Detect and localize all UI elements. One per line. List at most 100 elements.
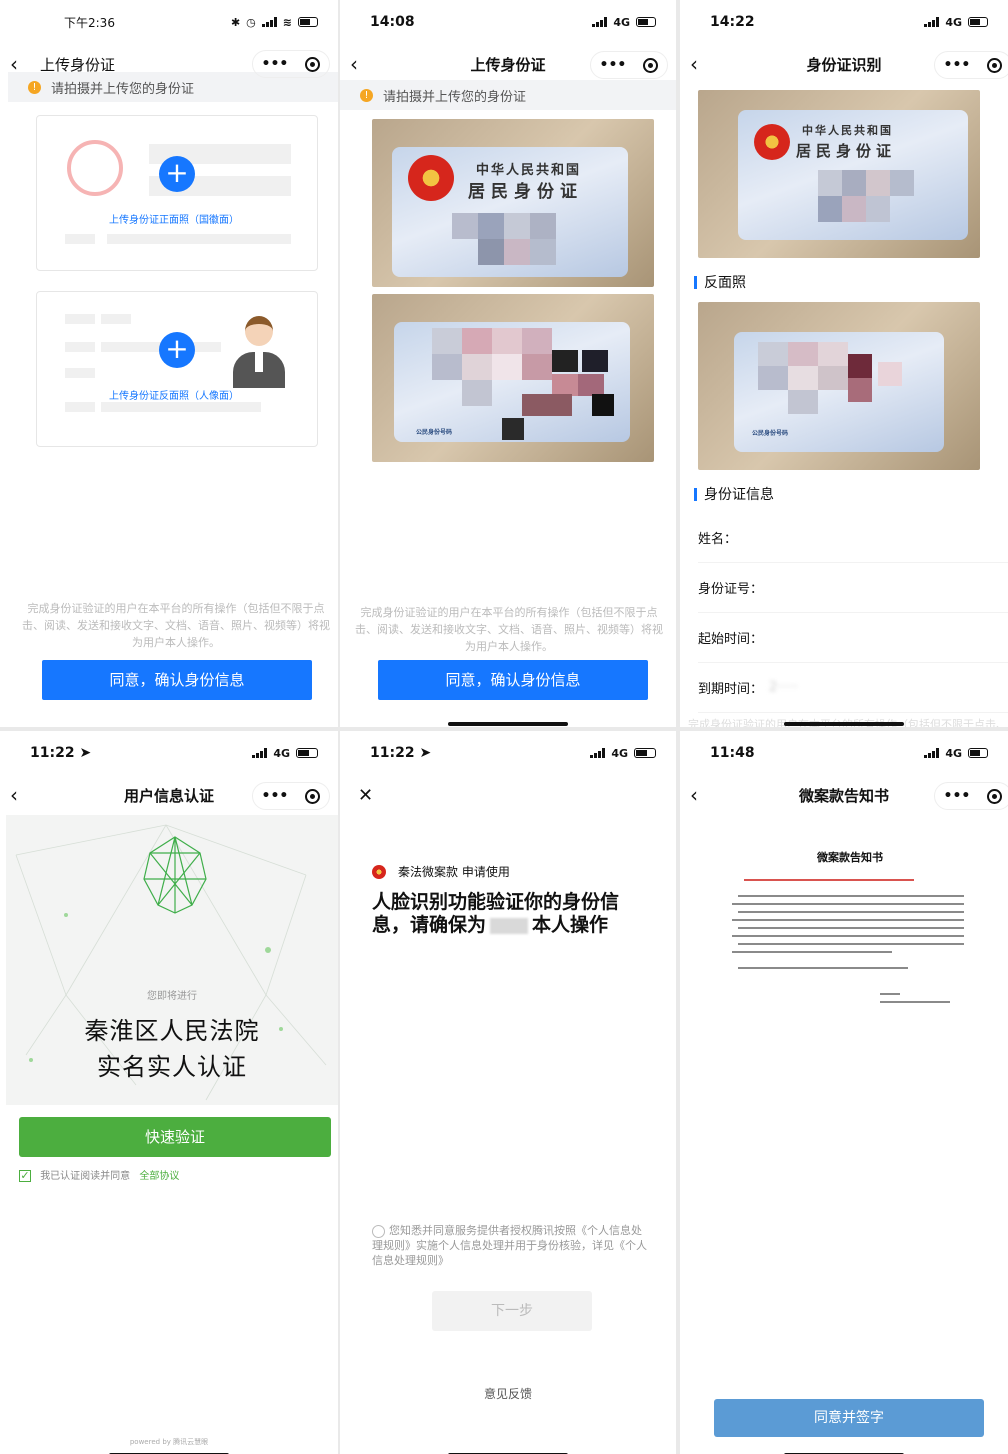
back-arrow-icon[interactable]: ‹ bbox=[10, 783, 34, 807]
status-bar: 14:22 4G bbox=[680, 0, 1008, 44]
status-bar: 下午2:36 ✱ ◷ ≋ bbox=[0, 0, 338, 44]
consent-row: 您知悉并同意服务提供者授权腾讯按照《个人信息处理规则》实施个人信息处理并用于身份… bbox=[372, 1223, 652, 1268]
more-icon[interactable]: ••• bbox=[262, 788, 289, 804]
close-program-icon[interactable] bbox=[305, 56, 321, 72]
upload-notice: ! 请拍摄并上传您的身份证 bbox=[340, 80, 676, 110]
upload-front-label: 上传身份证正面照（国徽面） bbox=[109, 215, 239, 226]
agree-text: 我已认证阅读并同意 bbox=[40, 1171, 131, 1182]
status-icons: 4G bbox=[924, 16, 988, 29]
notice-document: 微案款告知书 bbox=[730, 849, 970, 1019]
add-front-icon[interactable]: + bbox=[159, 156, 195, 192]
mini-program-capsule: ••• bbox=[934, 51, 1008, 79]
warning-icon: ! bbox=[360, 88, 373, 102]
close-icon[interactable]: ✕ bbox=[358, 785, 382, 806]
back-arrow-icon[interactable]: ‹ bbox=[10, 52, 34, 76]
upload-back-card[interactable]: + 上传身份证反面照（人像面） bbox=[36, 291, 318, 447]
quick-verify-button[interactable]: 快速验证 bbox=[19, 1117, 331, 1157]
back-photo-heading: 反面照 bbox=[694, 272, 746, 292]
signal-icon bbox=[924, 748, 940, 758]
mini-program-capsule: ••• bbox=[252, 782, 330, 810]
back-arrow-icon[interactable]: ‹ bbox=[690, 783, 714, 807]
nav-bar: ‹ 上传身份证 ••• bbox=[0, 44, 338, 84]
field-end-date-label: 到期时间： bbox=[698, 682, 764, 697]
battery-icon bbox=[636, 17, 656, 27]
battery-icon bbox=[296, 748, 318, 758]
face-verification-banner: 您即将进行 秦淮区人民法院 实名实人认证 bbox=[6, 815, 338, 1105]
confirm-identity-button[interactable]: 同意，确认身份信息 bbox=[378, 660, 648, 700]
field-id-number[interactable]: 身份证号： bbox=[698, 563, 1008, 613]
status-bar: 11:22 ➤ 4G bbox=[0, 731, 338, 775]
id-info-heading: 身份证信息 bbox=[694, 484, 774, 504]
next-step-button[interactable]: 下一步 bbox=[432, 1291, 592, 1331]
id-back-photo[interactable]: 公民身份号码 bbox=[372, 294, 654, 462]
page-title: 上传身份证 bbox=[40, 55, 116, 74]
wifi-icon: ≋ bbox=[282, 15, 292, 29]
signal-icon bbox=[592, 17, 608, 27]
status-icons: 4G bbox=[590, 747, 656, 760]
home-indicator bbox=[448, 722, 568, 726]
more-icon[interactable]: ••• bbox=[262, 56, 289, 72]
status-time-text: 11:22 bbox=[370, 745, 415, 761]
status-icons: 4G bbox=[924, 747, 988, 760]
agreement-row: ✓ 我已认证阅读并同意 全部协议 bbox=[19, 1167, 179, 1182]
field-end-date[interactable]: 到期时间： 2····· bbox=[698, 663, 1008, 713]
agree-checkbox[interactable]: ✓ bbox=[19, 1170, 31, 1182]
nav-bar: ‹ 微案款告知书 ••• bbox=[680, 775, 1008, 815]
status-time-text: 11:22 bbox=[30, 745, 75, 761]
more-icon[interactable]: ••• bbox=[944, 57, 971, 73]
national-emblem-icon bbox=[754, 124, 790, 160]
status-time: 14:22 bbox=[710, 14, 755, 30]
disclaimer-text: 完成身份证验证的用户在本平台的所有操作（包括但不限于点击、阅读、发送和接收文字、… bbox=[355, 606, 663, 653]
masked-name bbox=[490, 917, 529, 934]
back-arrow-icon[interactable]: ‹ bbox=[350, 52, 374, 76]
feedback-link[interactable]: 意见反馈 bbox=[340, 1385, 676, 1402]
battery-icon bbox=[634, 748, 656, 758]
more-icon[interactable]: ••• bbox=[944, 788, 971, 804]
status-icons: ✱ ◷ ≋ bbox=[231, 16, 318, 29]
screen-upload-id-2: 14:08 4G ‹ 上传身份证 ••• ! 请拍摄并上传您的身份证 中华人民共… bbox=[340, 0, 676, 727]
screen-upload-id-1: 下午2:36 ✱ ◷ ≋ ‹ 上传身份证 ••• ! 请拍摄并上传您的身份证 +… bbox=[0, 0, 338, 727]
upload-front-card[interactable]: + 上传身份证正面照（国徽面） bbox=[36, 115, 318, 271]
status-time: 14:08 bbox=[370, 14, 415, 30]
status-time: 11:22 ➤ bbox=[30, 745, 91, 761]
close-program-icon[interactable] bbox=[643, 57, 659, 73]
signal-icon bbox=[590, 748, 606, 758]
signal-icon bbox=[261, 17, 277, 27]
card-back-label: 公民身份号码 bbox=[416, 429, 453, 436]
status-time: 11:22 ➤ bbox=[370, 745, 431, 761]
all-agreements-link[interactable]: 全部协议 bbox=[139, 1171, 179, 1182]
field-name[interactable]: 姓名： bbox=[698, 513, 1008, 563]
nav-bar: ‹ 上传身份证 ••• bbox=[340, 44, 676, 84]
agree-and-sign-button[interactable]: 同意并签字 bbox=[714, 1399, 984, 1437]
nav-bar: ‹ 身份证识别 ••• bbox=[680, 44, 1008, 84]
battery-icon bbox=[968, 17, 988, 27]
status-time: 下午2:36 bbox=[64, 15, 115, 30]
upload-back-label: 上传身份证反面照（人像面） bbox=[109, 391, 239, 402]
network-label: 4G bbox=[613, 15, 630, 29]
network-label: 4G bbox=[611, 746, 628, 760]
more-icon[interactable]: ••• bbox=[600, 57, 627, 73]
status-time: 11:48 bbox=[710, 745, 755, 761]
screen-face-consent: 11:22 ➤ 4G ✕ 秦法微案款 申请使用 人脸识别功能验证你的身份信息，请… bbox=[340, 731, 676, 1454]
field-start-date-label: 起始时间： bbox=[698, 632, 764, 647]
field-start-date[interactable]: 起始时间： bbox=[698, 613, 1008, 663]
face-consent-heading: 人脸识别功能验证你的身份信息，请确保为 本人操作 bbox=[372, 891, 632, 937]
confirm-identity-button[interactable]: 同意，确认身份信息 bbox=[42, 660, 312, 700]
close-program-icon[interactable] bbox=[305, 788, 321, 804]
close-program-icon[interactable] bbox=[987, 57, 1003, 73]
add-back-icon[interactable]: + bbox=[159, 332, 195, 368]
close-program-icon[interactable] bbox=[987, 788, 1003, 804]
network-label: 4G bbox=[273, 746, 290, 760]
consent-text: 您知悉并同意服务提供者授权腾讯按照《个人信息处理规则》实施个人信息处理并用于身份… bbox=[372, 1224, 647, 1267]
nav-bar: ✕ bbox=[340, 775, 676, 815]
battery-icon bbox=[968, 748, 988, 758]
org-title-line1: 秦淮区人民法院 bbox=[84, 1017, 260, 1045]
alarm-icon: ◷ bbox=[246, 15, 256, 29]
signal-icon bbox=[252, 748, 268, 758]
id-front-photo[interactable]: 中华人民共和国 居民身份证 bbox=[372, 119, 654, 287]
back-arrow-icon[interactable]: ‹ bbox=[690, 52, 714, 76]
screen-user-verification: 11:22 ➤ 4G ‹ 用户信息认证 ••• 您即将进行 秦淮区人民法院 实名… bbox=[0, 731, 338, 1454]
consent-radio[interactable] bbox=[372, 1224, 385, 1238]
powered-by-footer: powered by 腾讯云慧眼 bbox=[129, 1438, 209, 1446]
signal-icon bbox=[924, 17, 940, 27]
